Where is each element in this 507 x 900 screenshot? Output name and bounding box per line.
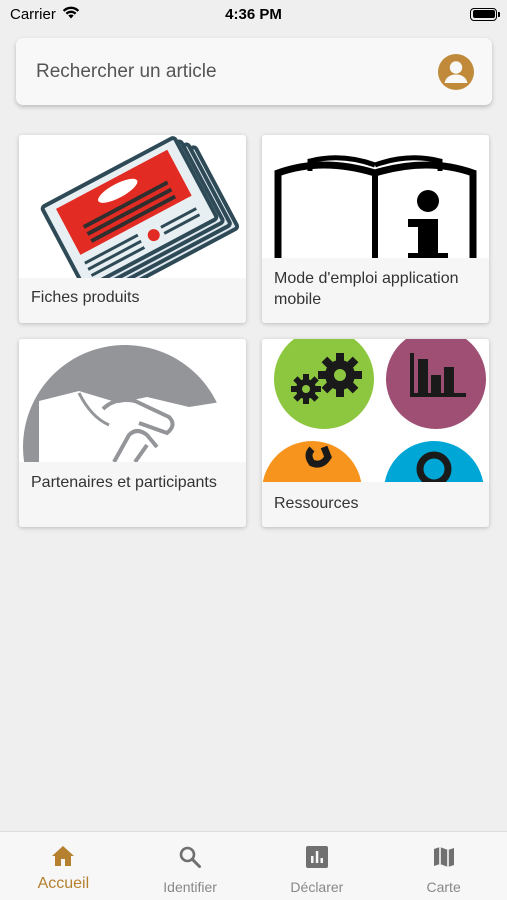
tab-label: Identifier bbox=[163, 879, 217, 895]
search-bar[interactable]: Rechercher un article bbox=[16, 38, 492, 105]
handshake-icon bbox=[19, 339, 246, 462]
carrier-label: Carrier bbox=[10, 5, 56, 23]
tile-ressources[interactable]: Ressources bbox=[262, 339, 489, 527]
home-icon bbox=[51, 845, 75, 872]
status-left: Carrier bbox=[10, 6, 80, 23]
tab-identifier[interactable]: Identifier bbox=[127, 832, 254, 900]
profile-avatar-icon[interactable] bbox=[438, 53, 474, 90]
battery-icon bbox=[470, 7, 500, 21]
status-bar: Carrier 4:36 PM bbox=[0, 0, 507, 28]
tile-label: Mode d'emploi application mobile bbox=[274, 270, 459, 308]
tile-label: Fiches produits bbox=[31, 289, 140, 306]
tile-fiches-produits[interactable]: Fiches produits bbox=[19, 135, 246, 323]
tab-bar: Accueil Identifier Déclarer Carte bbox=[0, 831, 507, 900]
tab-label: Déclarer bbox=[290, 879, 344, 895]
tab-label: Accueil bbox=[37, 875, 90, 892]
status-time: 4:36 PM bbox=[225, 5, 282, 23]
bar-chart-icon bbox=[305, 845, 329, 874]
tab-declarer[interactable]: Déclarer bbox=[254, 832, 381, 900]
tile-label: Ressources bbox=[274, 495, 359, 512]
tile-label: Partenaires et participants bbox=[31, 474, 217, 491]
wifi-icon bbox=[62, 6, 80, 23]
product-sheets-icon bbox=[19, 135, 246, 278]
resources-icon bbox=[262, 339, 489, 482]
tab-label: Carte bbox=[426, 879, 461, 895]
tab-accueil[interactable]: Accueil bbox=[0, 832, 127, 900]
search-icon bbox=[178, 845, 202, 874]
search-input[interactable]: Rechercher un article bbox=[36, 61, 217, 83]
map-icon bbox=[432, 845, 456, 874]
tab-carte[interactable]: Carte bbox=[380, 832, 507, 900]
manual-info-icon bbox=[262, 135, 489, 258]
tile-partenaires[interactable]: Partenaires et participants bbox=[19, 339, 246, 527]
tile-mode-emploi[interactable]: Mode d'emploi application mobile bbox=[262, 135, 489, 323]
